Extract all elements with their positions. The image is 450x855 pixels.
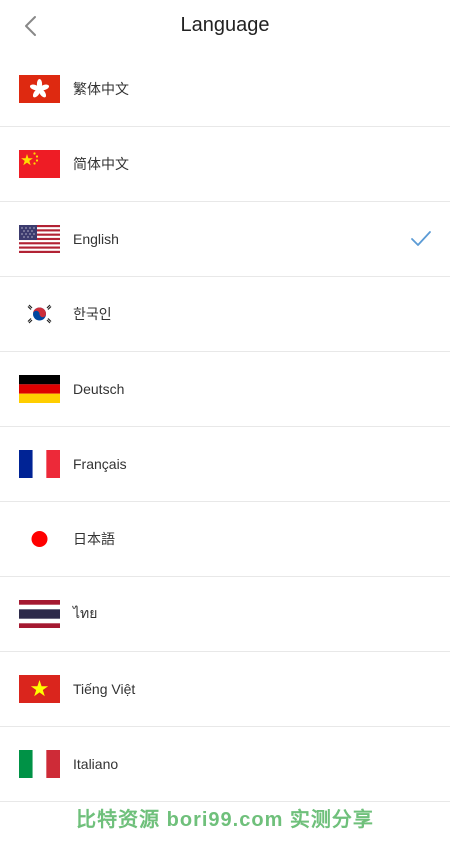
language-item-korean[interactable]: 한국인	[0, 277, 450, 352]
watermark: 比特资源 bori99.com 实测分享	[76, 809, 374, 831]
language-item-traditional-chinese[interactable]: 繁体中文	[0, 52, 450, 127]
language-list: 繁体中文 简体中文 English 한국인 Deutsch Français 日…	[0, 52, 450, 802]
france-flag-icon	[19, 450, 60, 478]
language-label: Italiano	[73, 756, 119, 772]
vietnam-flag-icon	[19, 675, 60, 703]
japan-flag-icon	[19, 525, 60, 553]
language-label: English	[73, 231, 119, 247]
language-label: 繁体中文	[73, 81, 129, 97]
language-label: 日本語	[73, 531, 115, 547]
language-label: ไทย	[73, 605, 98, 621]
language-item-english[interactable]: English	[0, 202, 450, 277]
language-label: Français	[73, 456, 127, 472]
germany-flag-icon	[19, 375, 60, 403]
language-item-french[interactable]: Français	[0, 427, 450, 502]
china-flag-icon	[19, 150, 60, 178]
us-flag-icon	[19, 225, 60, 253]
italy-flag-icon	[19, 750, 60, 778]
page-title: Language	[180, 14, 270, 36]
language-item-simplified-chinese[interactable]: 简体中文	[0, 127, 450, 202]
language-item-italian[interactable]: Italiano	[0, 727, 450, 802]
language-item-german[interactable]: Deutsch	[0, 352, 450, 427]
hong-kong-flag-icon	[19, 75, 60, 103]
checkmark-icon	[411, 231, 431, 246]
thailand-flag-icon	[19, 600, 60, 628]
language-label: Tiếng Việt	[73, 681, 136, 697]
language-item-vietnamese[interactable]: Tiếng Việt	[0, 652, 450, 727]
language-item-thai[interactable]: ไทย	[0, 577, 450, 652]
header: Language	[0, 0, 450, 52]
language-label: 한국인	[73, 306, 112, 322]
language-label: Deutsch	[73, 381, 125, 397]
korea-flag-icon	[19, 300, 60, 328]
language-item-japanese[interactable]: 日本語	[0, 502, 450, 577]
language-label: 简体中文	[73, 156, 129, 172]
